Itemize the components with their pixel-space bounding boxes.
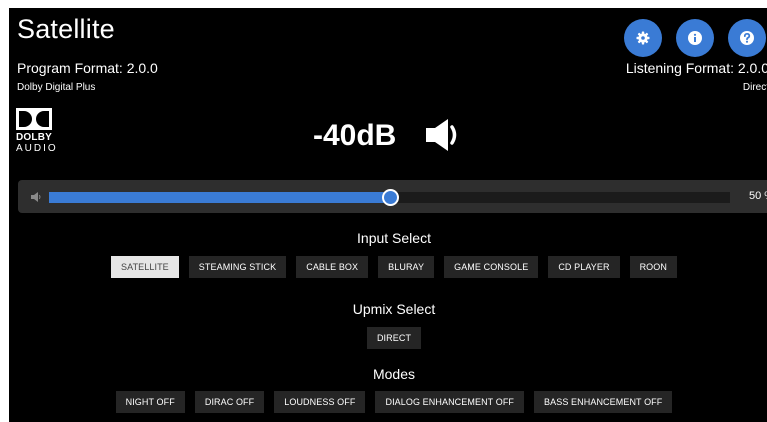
input-cd-player-button[interactable]: CD PLAYER [548,256,620,278]
listening-mode: Direct [742,82,767,93]
volume-percent: 50 % [749,190,767,202]
input-bluray-button[interactable]: BLURAY [378,256,435,278]
info-icon [688,31,702,45]
mode-loudness-button[interactable]: LOUDNESS OFF [274,391,366,413]
input-steaming-stick-button[interactable]: STEAMING STICK [188,256,287,278]
input-select-row: SATELLITE STEAMING STICK CABLE BOX BLURA… [9,256,767,278]
upmix-direct-button[interactable]: DIRECT [366,327,422,349]
help-button[interactable] [728,19,766,57]
speaker-icon[interactable] [424,115,464,155]
upmix-select-row: DIRECT [9,327,767,349]
input-game-console-button[interactable]: GAME CONSOLE [444,256,539,278]
program-format: Program Format: 2.0.0 [17,60,158,76]
input-roon-button[interactable]: ROON [629,256,677,278]
info-button[interactable] [676,19,714,57]
dolby-double-d-icon [16,108,52,130]
volume-slider-thumb[interactable] [381,189,399,206]
app-title: Satellite [17,14,115,44]
volume-slider-track[interactable] [49,189,730,206]
upmix-select-title: Upmix Select [352,301,436,317]
app-frame: Satellite Program Format: 2.0.0 Dolby Di… [9,8,767,422]
volume-slider-fill [49,192,390,203]
listening-format: Listening Format: 2.0.0 [625,60,767,76]
modes-row: NIGHT OFF DIRAC OFF LOUDNESS OFF DIALOG … [9,391,767,413]
settings-button[interactable] [624,19,662,57]
input-select-title: Input Select [357,230,431,246]
mode-night-button[interactable]: NIGHT OFF [115,391,185,413]
modes-title: Modes [372,366,416,382]
help-icon [740,31,754,45]
small-speaker-icon[interactable] [30,191,42,203]
dolby-audio-logo: DOLBY AUDIO [16,108,60,156]
mode-dialog-enhancement-button[interactable]: DIALOG ENHANCEMENT OFF [375,391,525,413]
mode-dirac-button[interactable]: DIRAC OFF [194,391,265,413]
mode-bass-enhancement-button[interactable]: BASS ENHANCEMENT OFF [534,391,673,413]
input-cable-box-button[interactable]: CABLE BOX [296,256,369,278]
input-satellite-button[interactable]: SATELLITE [111,256,179,278]
volume-slider[interactable]: 50 % [18,180,767,213]
program-codec: Dolby Digital Plus [17,82,96,93]
dolby-logo-word: DOLBY [16,132,52,143]
gear-icon [636,31,650,45]
volume-readout: -40dB [313,119,397,152]
dolby-logo-sub: AUDIO [16,143,58,154]
